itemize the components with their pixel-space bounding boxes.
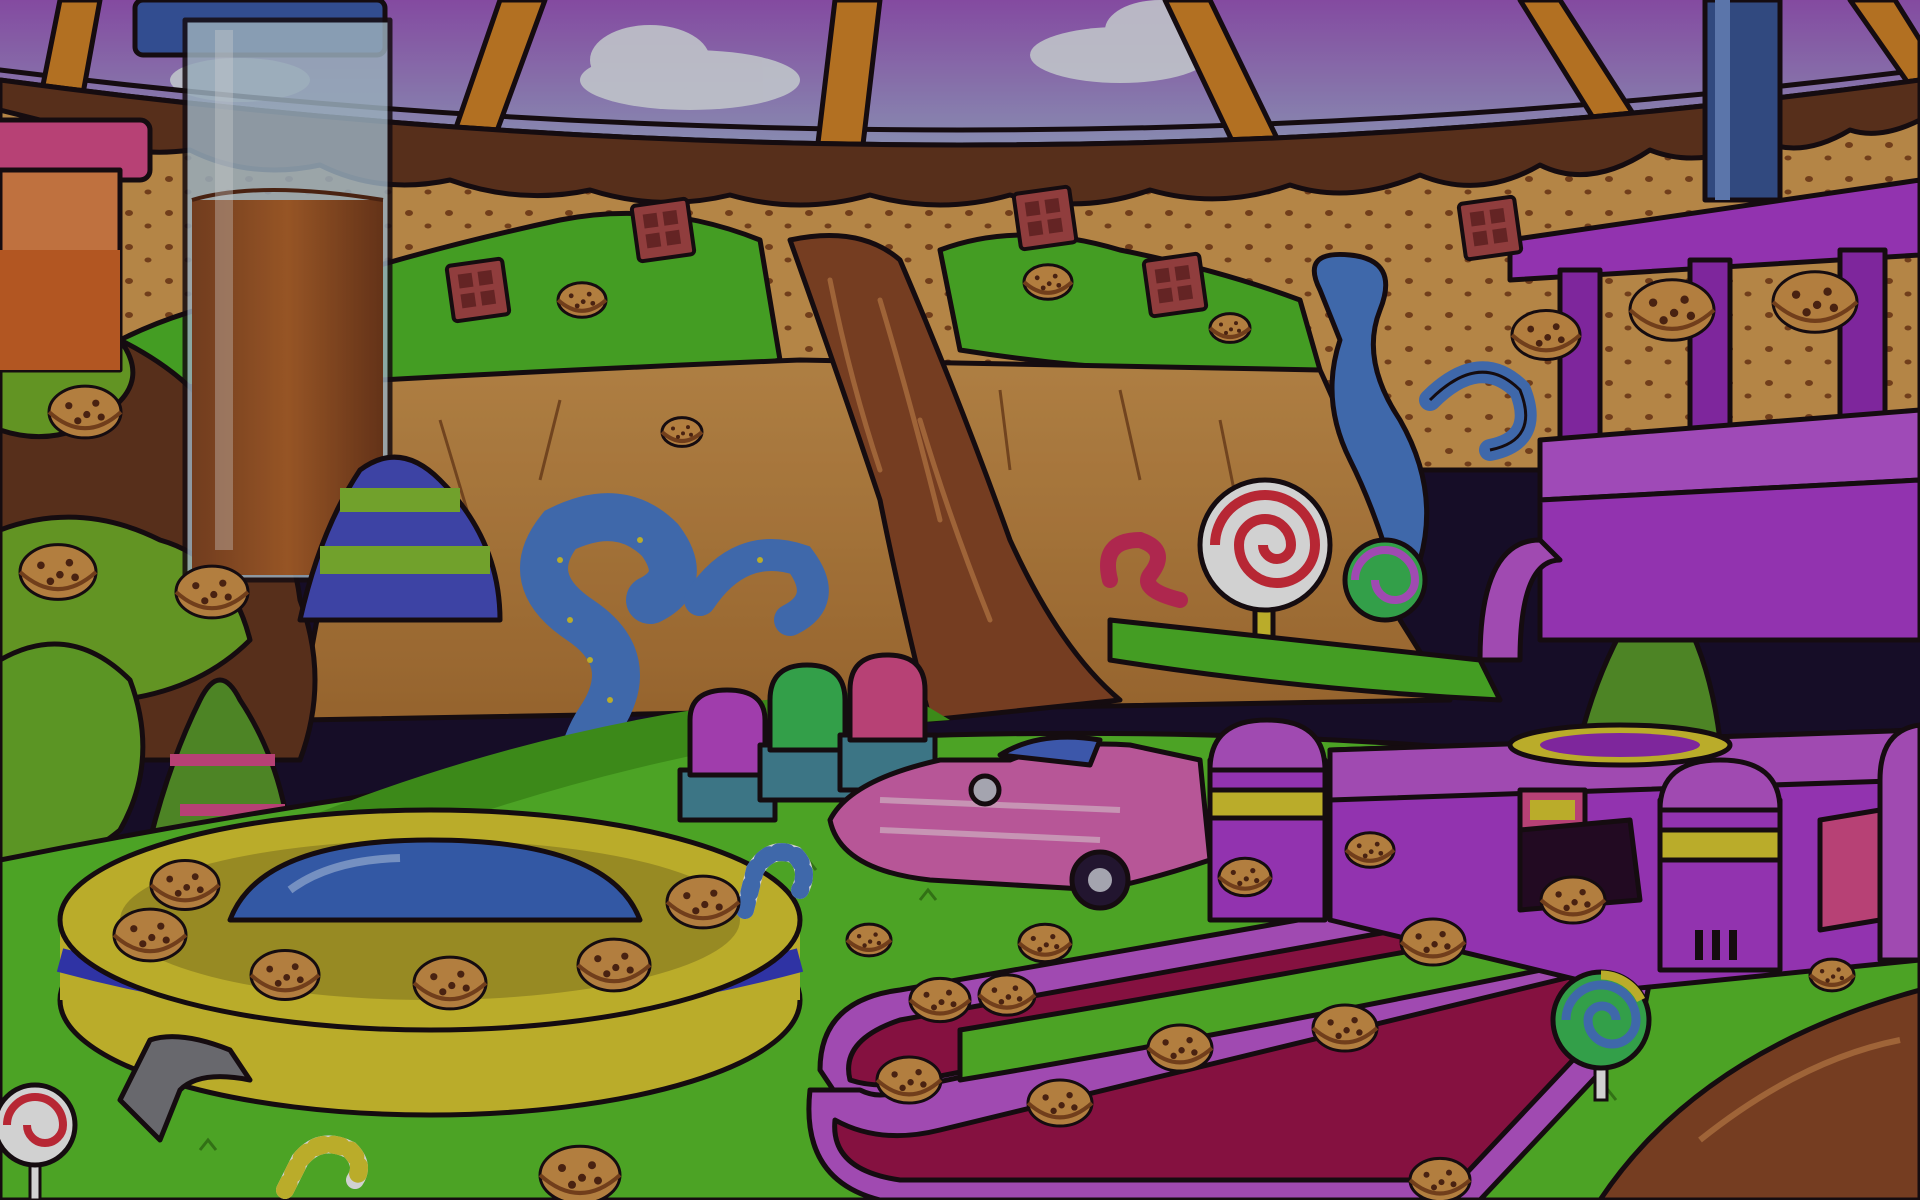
pipe-right [1702,0,1783,203]
cookie-6[interactable] [1208,312,1252,344]
cookie-21[interactable] [977,973,1037,1017]
cookie-20[interactable] [1344,831,1396,869]
cookie-8[interactable] [1510,309,1582,361]
cookie-22[interactable] [1311,1003,1379,1053]
cookie-24[interactable] [1399,917,1467,967]
cookie-27[interactable] [875,1055,943,1105]
chocolate-bar-1[interactable] [444,256,512,324]
cookie-4[interactable] [556,281,608,319]
cookie-13[interactable] [249,949,321,1001]
purple-factory-tower [1507,177,1920,643]
cookie-2[interactable] [18,543,98,601]
cookie-30[interactable] [538,1144,622,1200]
cookie-23[interactable] [1539,875,1607,925]
cookie-17[interactable] [845,922,893,958]
cookie-31[interactable] [1408,1156,1472,1200]
cookie-25[interactable] [908,976,972,1024]
cookie-7[interactable] [660,416,704,448]
cookie-12[interactable] [112,907,188,963]
factory-silo-far-right [1877,722,1920,963]
cookie-9[interactable] [1628,278,1716,342]
cookie-18[interactable] [1017,922,1073,964]
chocolate-bar-5[interactable] [1456,194,1524,262]
chocolate-bar-4[interactable] [1141,251,1209,319]
cookie-3[interactable] [174,564,250,620]
cookie-19[interactable] [1217,856,1273,898]
cookie-26[interactable] [1146,1023,1214,1073]
cookie-11[interactable] [149,859,221,911]
chocolate-bar-3[interactable] [1011,184,1079,252]
cookie-14[interactable] [412,955,488,1011]
cookie-15[interactable] [576,937,652,993]
scene-canvas [0,0,1920,1200]
chocolate-bar-2[interactable] [629,196,697,264]
cookie-5[interactable] [1022,263,1074,301]
cookie-10[interactable] [1771,270,1859,334]
cookie-29[interactable] [1808,957,1856,993]
cookie-16[interactable] [665,874,741,930]
candy-bush-left [0,641,146,869]
cookie-1[interactable] [47,384,123,440]
game-scene [0,0,1920,1200]
cookie-28[interactable] [1026,1078,1094,1128]
factory-silo-right [1657,757,1783,973]
